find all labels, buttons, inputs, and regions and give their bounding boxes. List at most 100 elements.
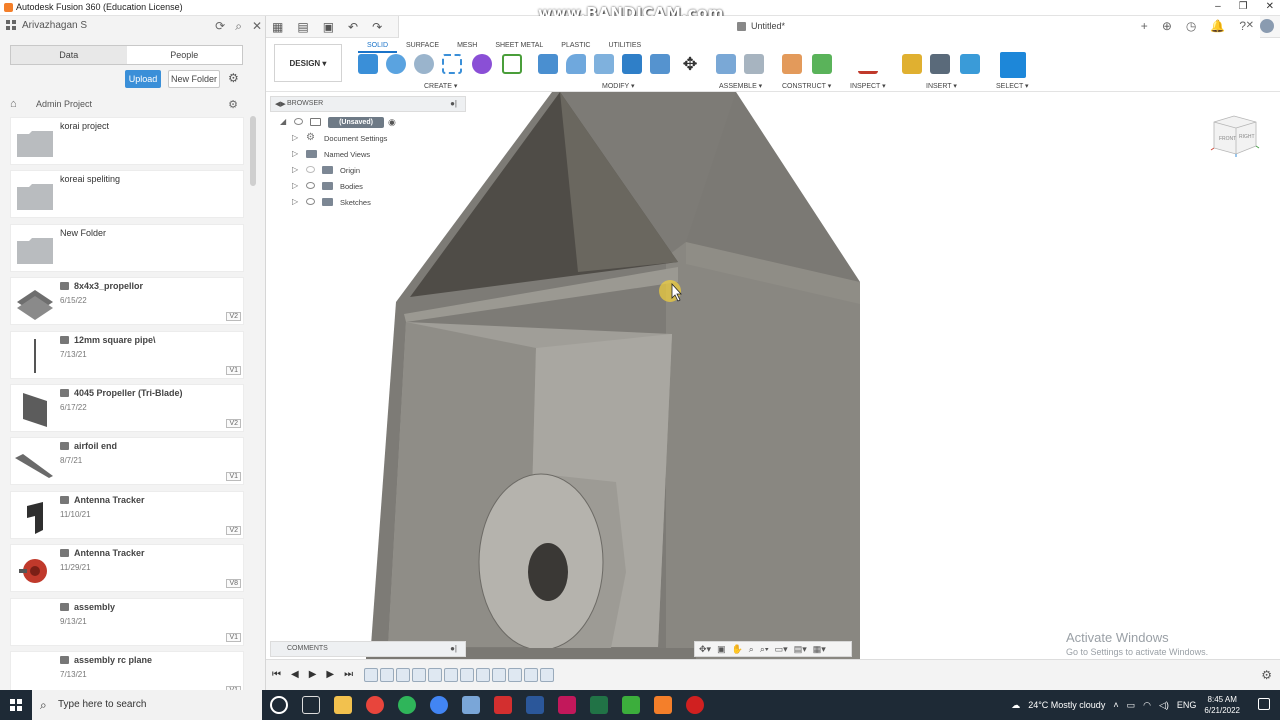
tab-utilities[interactable]: UTILITIES	[599, 40, 650, 53]
form-icon[interactable]	[472, 54, 492, 74]
close-window-button[interactable]: ✕	[1266, 1, 1274, 12]
expand-icon[interactable]: ▷	[292, 133, 298, 142]
step-back-icon[interactable]: ◀	[291, 669, 299, 680]
version-badge[interactable]: V1	[226, 632, 241, 642]
settings-gear-icon[interactable]: ⚙	[228, 71, 239, 85]
new-component-icon[interactable]	[358, 54, 378, 74]
bandicam-icon[interactable]	[686, 696, 704, 714]
timeline-feature[interactable]	[380, 668, 394, 682]
whatsapp-icon[interactable]	[398, 696, 416, 714]
job-status-icon[interactable]: ◷	[1186, 19, 1196, 33]
add-comment-icon[interactable]: ●|	[450, 644, 457, 653]
comments-panel[interactable]: COMMENTS ●|	[270, 641, 466, 657]
expand-icon[interactable]: ▷	[292, 181, 298, 190]
list-item[interactable]: korai project	[10, 117, 244, 165]
list-item[interactable]: airfoil end 8/7/21 V1	[10, 437, 244, 486]
version-badge[interactable]: V8	[226, 579, 241, 589]
timeline-feature[interactable]	[412, 668, 426, 682]
expand-icon[interactable]: ▷	[292, 149, 298, 158]
weather-text[interactable]: 24°C Mostly cloudy	[1028, 700, 1105, 710]
sheets-icon[interactable]	[622, 696, 640, 714]
volume-icon[interactable]: ◁)	[1159, 700, 1169, 711]
help-icon[interactable]: ?	[1239, 19, 1246, 33]
timeline-feature[interactable]	[524, 668, 538, 682]
press-pull-icon[interactable]	[538, 54, 558, 74]
workspace-switcher[interactable]: DESIGN ▾	[274, 44, 342, 82]
joint-icon[interactable]	[744, 54, 764, 74]
display-settings-icon[interactable]: ▭▾	[775, 644, 788, 655]
viewcube-front-label[interactable]: FRONT	[1219, 136, 1236, 142]
user-name[interactable]: Arivazhagan S	[22, 20, 87, 31]
midplane-icon[interactable]	[812, 54, 832, 74]
group-inspect[interactable]: INSPECT ▾	[850, 82, 886, 90]
sketch-icon[interactable]	[442, 54, 462, 74]
timeline-feature[interactable]	[364, 668, 378, 682]
language-indicator[interactable]: ENG	[1177, 700, 1197, 710]
tab-plastic[interactable]: PLASTIC	[552, 40, 599, 53]
list-item[interactable]: Antenna Tracker 11/10/21 V2	[10, 490, 244, 539]
tab-sheet-metal[interactable]: SHEET METAL	[486, 40, 552, 53]
combine-icon[interactable]	[622, 54, 642, 74]
save-icon[interactable]: ▣	[323, 20, 334, 34]
group-insert[interactable]: INSERT ▾	[926, 82, 957, 90]
data-panel-scrollbar[interactable]	[250, 116, 256, 186]
pan-icon[interactable]: ✋	[732, 644, 743, 655]
notification-center-icon[interactable]	[1258, 698, 1270, 710]
orbit-icon[interactable]: ✥▾	[699, 644, 711, 655]
timeline-feature[interactable]	[460, 668, 474, 682]
tab-surface[interactable]: SURFACE	[397, 40, 448, 53]
timeline-feature[interactable]	[476, 668, 490, 682]
search-input[interactable]: Type here to search	[58, 699, 146, 710]
go-to-end-icon[interactable]: ⏭	[344, 669, 353, 680]
network-icon[interactable]: ▭	[1127, 700, 1136, 711]
task-view-icon[interactable]	[302, 696, 320, 714]
visibility-eye-icon[interactable]	[306, 182, 315, 189]
timeline-feature[interactable]	[396, 668, 410, 682]
viewcube-right-label[interactable]: RIGHT	[1239, 134, 1255, 140]
mail-icon[interactable]	[462, 696, 480, 714]
extrude-icon[interactable]	[386, 54, 406, 74]
timeline-settings-icon[interactable]: ⚙	[1261, 668, 1272, 682]
collapse-icon[interactable]: ◀▶	[275, 100, 286, 108]
windows-start-icon[interactable]	[10, 699, 22, 711]
home-icon[interactable]: ⌂	[10, 98, 17, 110]
grid-settings-icon[interactable]: ▤▾	[794, 644, 807, 655]
group-assemble[interactable]: ASSEMBLE ▾	[719, 82, 762, 90]
file-explorer-icon[interactable]	[334, 696, 352, 714]
tab-mesh[interactable]: MESH	[448, 40, 486, 53]
viewcube[interactable]: FRONT RIGHT	[1210, 108, 1260, 158]
data-panel-grid-icon[interactable]: ▦	[272, 20, 283, 34]
move-icon[interactable]: ✥	[680, 54, 700, 74]
insert-derive-icon[interactable]	[902, 54, 922, 74]
list-item[interactable]: New Folder	[10, 223, 244, 272]
minimize-button[interactable]: –	[1215, 1, 1221, 12]
tray-overflow-icon[interactable]: ˄	[1113, 700, 1118, 710]
new-component-assemble-icon[interactable]	[716, 54, 736, 74]
look-at-icon[interactable]: ▣	[717, 644, 726, 655]
chrome-icon[interactable]	[366, 696, 384, 714]
zoom-icon[interactable]: ⌕	[749, 644, 754, 655]
shell-icon[interactable]	[594, 54, 614, 74]
browser-header[interactable]: ◀▶ BROWSER ●|	[270, 96, 466, 112]
tab-solid[interactable]: SOLID	[358, 40, 398, 53]
timeline-feature[interactable]	[444, 668, 458, 682]
group-construct[interactable]: CONSTRUCT ▾	[782, 82, 831, 90]
list-item[interactable]: koreai speliting	[10, 170, 244, 219]
refresh-icon[interactable]: ⟳	[215, 19, 225, 34]
new-folder-button[interactable]: New Folder	[168, 70, 220, 88]
project-settings-icon[interactable]: ⚙	[228, 98, 238, 111]
fit-icon[interactable]: ⌕▾	[760, 644, 769, 655]
version-badge[interactable]: V1	[226, 472, 241, 482]
timeline-feature[interactable]	[540, 668, 554, 682]
design-canvas[interactable]: ◀▶ BROWSER ●| ◢ (Unsaved) ◉ ▷ ⚙ Document…	[266, 92, 1280, 659]
weather-icon[interactable]: ☁	[1011, 700, 1020, 711]
canvas-image-icon[interactable]	[960, 54, 980, 74]
project-name[interactable]: Admin Project	[36, 99, 92, 109]
fillet-icon[interactable]	[566, 54, 586, 74]
upload-button[interactable]: Upload	[125, 70, 161, 88]
wifi-icon[interactable]: ◠	[1143, 700, 1151, 711]
go-to-start-icon[interactable]: ⏮	[272, 669, 281, 680]
undo-icon[interactable]: ↶	[348, 20, 358, 34]
group-create[interactable]: CREATE ▾	[424, 82, 457, 90]
visibility-eye-icon[interactable]	[306, 166, 315, 173]
